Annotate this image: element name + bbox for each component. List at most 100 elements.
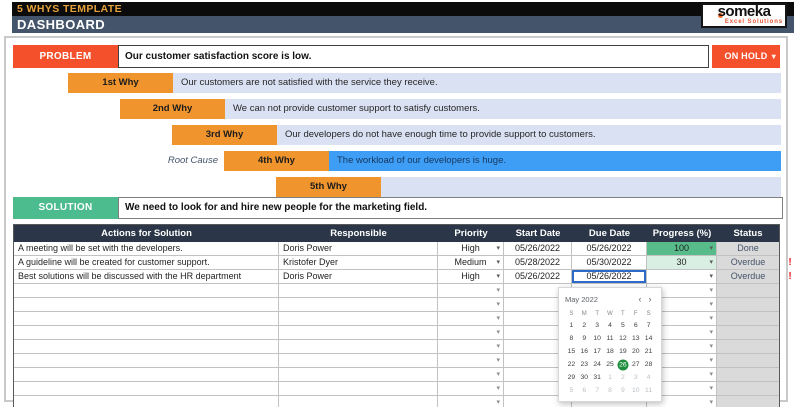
calendar-day[interactable]: 22 <box>565 358 578 371</box>
calendar-day[interactable]: 2 <box>616 371 629 384</box>
chevron-down-icon[interactable]: ▾ <box>496 256 500 269</box>
progress-cell[interactable]: ▾ <box>647 270 717 283</box>
chevron-down-icon[interactable]: ▾ <box>496 340 500 353</box>
calendar-day[interactable]: 4 <box>604 319 617 332</box>
calendar-day[interactable]: 5 <box>616 319 629 332</box>
calendar-day[interactable]: 18 <box>604 345 617 358</box>
start-date-cell[interactable]: 05/28/2022 <box>504 256 572 269</box>
responsible-cell[interactable] <box>279 298 438 311</box>
calendar-day[interactable]: 21 <box>642 345 655 358</box>
chevron-down-icon[interactable]: ▾ <box>496 396 500 407</box>
problem-status-dropdown[interactable]: ON HOLD ▾ <box>712 45 780 68</box>
priority-cell[interactable]: ▾ <box>438 368 504 381</box>
calendar-day[interactable]: 16 <box>578 345 591 358</box>
chevron-down-icon[interactable]: ▾ <box>496 270 500 283</box>
calendar-day[interactable]: 11 <box>604 332 617 345</box>
calendar-day[interactable]: 30 <box>578 371 591 384</box>
action-cell[interactable] <box>14 382 279 395</box>
priority-cell[interactable]: ▾ <box>438 354 504 367</box>
calendar-day[interactable]: 19 <box>616 345 629 358</box>
calendar-day[interactable]: 5 <box>565 384 578 397</box>
priority-cell[interactable]: High▾ <box>438 242 504 255</box>
action-cell[interactable] <box>14 396 279 407</box>
calendar-prev-icon[interactable]: ‹ <box>635 294 645 304</box>
chevron-down-icon[interactable]: ▾ <box>496 284 500 297</box>
calendar-day[interactable]: 1 <box>565 319 578 332</box>
responsible-cell[interactable] <box>279 340 438 353</box>
calendar-day[interactable]: 13 <box>629 332 642 345</box>
chevron-down-icon[interactable]: ▾ <box>709 368 713 381</box>
priority-cell[interactable]: ▾ <box>438 340 504 353</box>
chevron-down-icon[interactable]: ▾ <box>709 354 713 367</box>
calendar-day[interactable]: 3 <box>591 319 604 332</box>
calendar-day[interactable]: 25 <box>604 358 617 371</box>
calendar-selected-day[interactable]: 26 <box>617 359 628 370</box>
priority-cell[interactable]: ▾ <box>438 284 504 297</box>
due-date-cell[interactable]: 05/30/2022 <box>572 256 647 269</box>
responsible-cell[interactable]: Doris Power <box>279 242 438 255</box>
calendar-day[interactable]: 26 <box>616 358 629 371</box>
priority-cell[interactable]: ▾ <box>438 298 504 311</box>
calendar-day[interactable]: 10 <box>629 384 642 397</box>
calendar-day[interactable]: 23 <box>578 358 591 371</box>
chevron-down-icon[interactable]: ▾ <box>496 368 500 381</box>
chevron-down-icon[interactable]: ▾ <box>709 382 713 395</box>
responsible-cell[interactable] <box>279 326 438 339</box>
chevron-down-icon[interactable]: ▾ <box>496 326 500 339</box>
calendar-day[interactable]: 2 <box>578 319 591 332</box>
problem-text-cell[interactable]: Our customer satisfaction score is low. <box>118 45 709 68</box>
progress-cell[interactable]: 100▾ <box>647 242 717 255</box>
calendar-day[interactable]: 14 <box>642 332 655 345</box>
calendar-day[interactable]: 9 <box>578 332 591 345</box>
responsible-cell[interactable] <box>279 284 438 297</box>
start-date-cell[interactable]: 05/26/2022 <box>504 242 572 255</box>
action-cell[interactable]: A guideline will be created for customer… <box>14 256 279 269</box>
chevron-down-icon[interactable]: ▾ <box>709 340 713 353</box>
chevron-down-icon[interactable]: ▾ <box>709 256 713 269</box>
responsible-cell[interactable] <box>279 368 438 381</box>
why-text-cell-2[interactable]: We can not provide customer support to s… <box>225 99 781 119</box>
responsible-cell[interactable] <box>279 354 438 367</box>
chevron-down-icon[interactable]: ▾ <box>496 312 500 325</box>
priority-cell[interactable]: ▾ <box>438 396 504 407</box>
chevron-down-icon[interactable]: ▾ <box>496 354 500 367</box>
action-cell[interactable] <box>14 326 279 339</box>
calendar-next-icon[interactable]: › <box>645 294 655 304</box>
chevron-down-icon[interactable]: ▾ <box>709 270 713 283</box>
why-text-cell-5[interactable] <box>381 177 781 197</box>
why-text-cell-3[interactable]: Our developers do not have enough time t… <box>277 125 781 145</box>
priority-cell[interactable]: ▾ <box>438 312 504 325</box>
calendar-day[interactable]: 12 <box>616 332 629 345</box>
chevron-down-icon[interactable]: ▾ <box>496 382 500 395</box>
chevron-down-icon[interactable]: ▾ <box>709 326 713 339</box>
calendar-day[interactable]: 8 <box>604 384 617 397</box>
calendar-day[interactable]: 27 <box>629 358 642 371</box>
calendar-day[interactable]: 20 <box>629 345 642 358</box>
calendar-day[interactable]: 28 <box>642 358 655 371</box>
priority-cell[interactable]: High▾ <box>438 270 504 283</box>
solution-text-cell[interactable]: We need to look for and hire new people … <box>118 197 783 219</box>
responsible-cell[interactable]: Doris Power <box>279 270 438 283</box>
action-cell[interactable] <box>14 284 279 297</box>
progress-cell[interactable]: 30▾ <box>647 256 717 269</box>
start-date-cell[interactable]: 05/26/2022 <box>504 270 572 283</box>
priority-cell[interactable]: Medium▾ <box>438 256 504 269</box>
calendar-day[interactable]: 11 <box>642 384 655 397</box>
why-text-cell-4[interactable]: The workload of our developers is huge. <box>329 151 781 171</box>
action-cell[interactable] <box>14 312 279 325</box>
priority-cell[interactable]: ▾ <box>438 382 504 395</box>
calendar-day[interactable]: 15 <box>565 345 578 358</box>
chevron-down-icon[interactable]: ▾ <box>709 242 713 255</box>
calendar-day[interactable]: 8 <box>565 332 578 345</box>
calendar-day[interactable]: 17 <box>591 345 604 358</box>
chevron-down-icon[interactable]: ▾ <box>709 396 713 407</box>
action-cell[interactable] <box>14 368 279 381</box>
calendar-day[interactable]: 10 <box>591 332 604 345</box>
responsible-cell[interactable] <box>279 382 438 395</box>
chevron-down-icon[interactable]: ▾ <box>496 298 500 311</box>
action-cell[interactable] <box>14 340 279 353</box>
calendar-day[interactable]: 9 <box>616 384 629 397</box>
action-cell[interactable]: Best solutions will be discussed with th… <box>14 270 279 283</box>
calendar-day[interactable]: 24 <box>591 358 604 371</box>
chevron-down-icon[interactable]: ▾ <box>496 242 500 255</box>
